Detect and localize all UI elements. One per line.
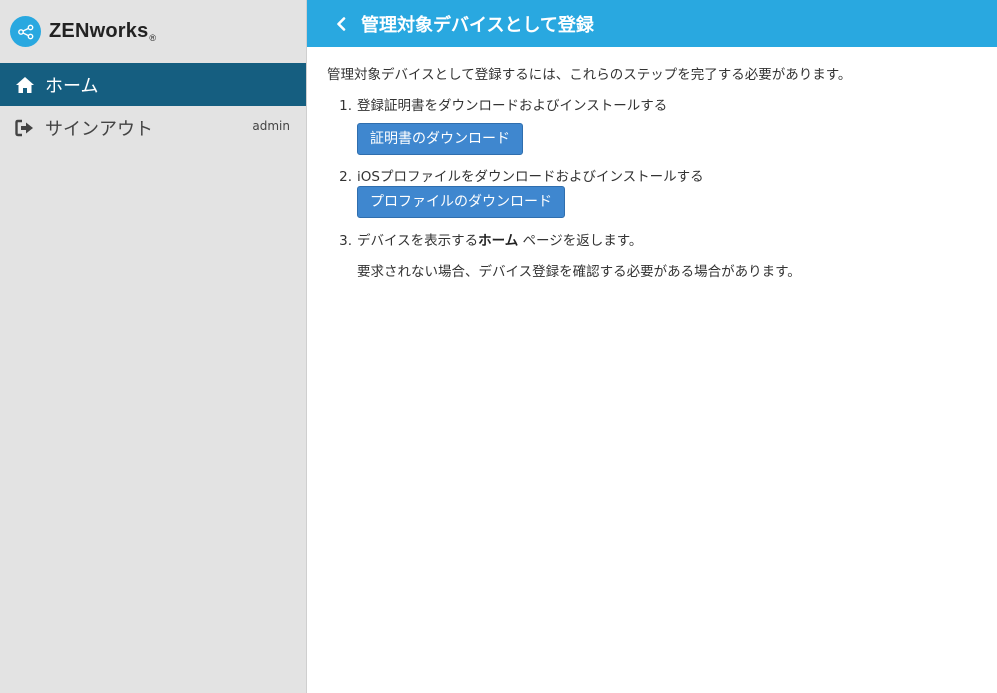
- step-number: 1.: [339, 98, 352, 114]
- download-certificate-button[interactable]: 証明書のダウンロード: [357, 123, 523, 155]
- sign-out-icon: [14, 118, 36, 138]
- brand[interactable]: ZENworks®: [0, 0, 306, 63]
- sidebar-item-label: ホーム: [45, 75, 99, 97]
- home-icon: [14, 75, 36, 95]
- steps-list: 1. 登録証明書をダウンロードおよびインストールする 証明書のダウンロード 2.…: [327, 97, 977, 281]
- chevron-left-icon[interactable]: [335, 16, 349, 31]
- sidebar-item-sign-out[interactable]: サインアウト admin: [0, 106, 306, 149]
- step-number: 3.: [339, 233, 352, 249]
- step-text: デバイスを表示するホーム ページを返します。: [357, 233, 643, 249]
- sidebar-item-home[interactable]: ホーム: [0, 63, 306, 106]
- step-text: iOSプロファイルをダウンロードおよびインストールする: [357, 169, 704, 185]
- download-profile-button[interactable]: プロファイルのダウンロード: [357, 186, 565, 218]
- step-item: 2. iOSプロファイルをダウンロードおよびインストールする プロファイルのダウ…: [327, 168, 977, 218]
- user-name: admin: [252, 119, 290, 133]
- page-title: 管理対象デバイスとして登録: [361, 14, 594, 36]
- sidebar-item-label: サインアウト: [45, 118, 153, 140]
- step-item: 1. 登録証明書をダウンロードおよびインストールする 証明書のダウンロード: [327, 97, 977, 155]
- step-text: 登録証明書をダウンロードおよびインストールする: [357, 98, 668, 114]
- verification-note: 要求されない場合、デバイス登録を確認する必要がある場合があります。: [357, 264, 801, 280]
- step-number: 2.: [339, 169, 352, 185]
- share-logo-icon: [10, 16, 41, 47]
- main-content: 管理対象デバイスとして登録するには、これらのステップを完了する必要があります。 …: [327, 66, 977, 281]
- brand-name: ZENworks®: [49, 20, 157, 43]
- page-header: 管理対象デバイスとして登録: [307, 0, 997, 47]
- intro-text: 管理対象デバイスとして登録するには、これらのステップを完了する必要があります。: [327, 67, 852, 83]
- sidebar: ZENworks® ホーム サインアウト admin: [0, 0, 307, 693]
- home-emphasis: ホーム: [478, 233, 519, 249]
- step-item: 3. デバイスを表示するホーム ページを返します。 要求されない場合、デバイス登…: [327, 232, 977, 281]
